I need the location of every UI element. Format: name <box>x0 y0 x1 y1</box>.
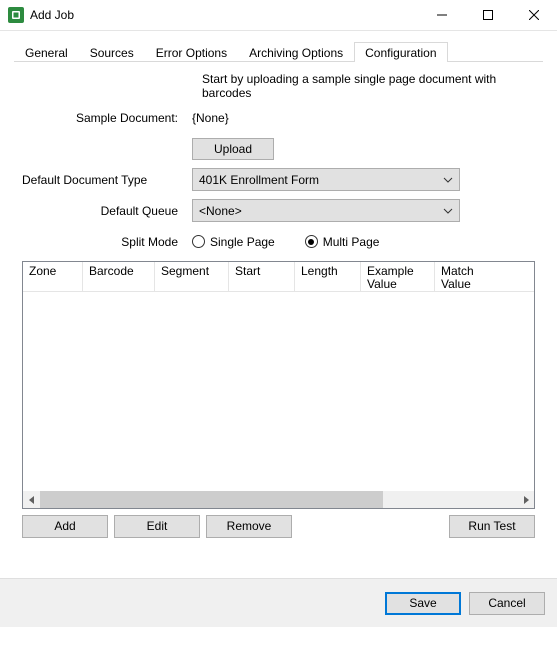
tab-archiving-options[interactable]: Archiving Options <box>238 42 354 62</box>
zones-table: Zone Barcode Segment Start Length Exampl… <box>22 261 535 509</box>
split-single-label: Single Page <box>210 235 275 249</box>
split-mode-label: Split Mode <box>22 235 192 249</box>
default-queue-select[interactable]: <None> <box>192 199 460 222</box>
sample-document-label: Sample Document: <box>22 111 192 125</box>
split-single-radio[interactable]: Single Page <box>192 235 275 249</box>
chevron-down-icon <box>443 205 453 219</box>
add-button[interactable]: Add <box>22 515 108 538</box>
document-type-value: 401K Enrollment Form <box>199 173 319 187</box>
window-title: Add Job <box>30 8 419 22</box>
scroll-left-icon[interactable] <box>23 491 40 508</box>
col-zone[interactable]: Zone <box>23 262 83 291</box>
col-barcode[interactable]: Barcode <box>83 262 155 291</box>
col-start[interactable]: Start <box>229 262 295 291</box>
save-button[interactable]: Save <box>385 592 461 615</box>
radio-icon <box>305 235 318 248</box>
titlebar: Add Job <box>0 0 557 31</box>
table-header-row: Zone Barcode Segment Start Length Exampl… <box>23 262 534 292</box>
scroll-thumb[interactable] <box>40 491 383 508</box>
radio-icon <box>192 235 205 248</box>
minimize-button[interactable] <box>419 0 465 30</box>
dialog-footer: Save Cancel <box>0 578 557 627</box>
maximize-button[interactable] <box>465 0 511 30</box>
col-example-value[interactable]: Example Value <box>361 262 435 291</box>
document-type-select[interactable]: 401K Enrollment Form <box>192 168 460 191</box>
upload-button[interactable]: Upload <box>192 138 274 160</box>
edit-button[interactable]: Edit <box>114 515 200 538</box>
split-multi-radio[interactable]: Multi Page <box>305 235 380 249</box>
sample-document-value: {None} <box>192 111 229 125</box>
tab-sources[interactable]: Sources <box>79 42 145 62</box>
remove-button[interactable]: Remove <box>206 515 292 538</box>
document-type-label: Default Document Type <box>22 173 192 187</box>
run-test-button[interactable]: Run Test <box>449 515 535 538</box>
scroll-right-icon[interactable] <box>517 491 534 508</box>
tab-configuration[interactable]: Configuration <box>354 42 447 62</box>
col-segment[interactable]: Segment <box>155 262 229 291</box>
tab-error-options[interactable]: Error Options <box>145 42 238 62</box>
tab-bar: General Sources Error Options Archiving … <box>14 41 543 62</box>
default-queue-value: <None> <box>199 204 242 218</box>
scroll-track[interactable] <box>40 491 517 508</box>
col-match-value[interactable]: Match Value <box>435 262 509 291</box>
hint-text: Start by uploading a sample single page … <box>22 72 535 100</box>
table-actions: Add Edit Remove Run Test <box>22 515 535 538</box>
tab-panel-configuration: Start by uploading a sample single page … <box>14 62 543 546</box>
horizontal-scrollbar[interactable] <box>23 491 534 508</box>
cancel-button[interactable]: Cancel <box>469 592 545 615</box>
col-length[interactable]: Length <box>295 262 361 291</box>
app-icon <box>8 7 24 23</box>
tab-general[interactable]: General <box>14 42 79 62</box>
chevron-down-icon <box>443 174 453 188</box>
default-queue-label: Default Queue <box>22 204 192 218</box>
split-multi-label: Multi Page <box>323 235 380 249</box>
close-button[interactable] <box>511 0 557 30</box>
